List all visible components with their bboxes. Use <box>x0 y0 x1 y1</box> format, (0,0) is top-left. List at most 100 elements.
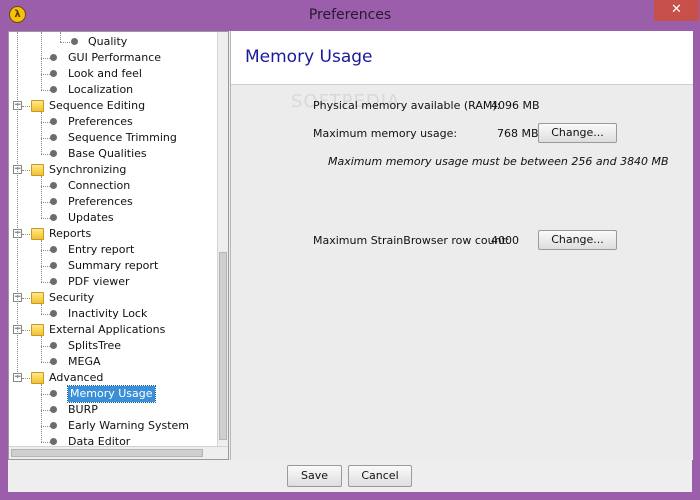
tree-item-label: Summary report <box>68 259 159 272</box>
tree-leaf[interactable]: Sequence Trimming <box>9 130 215 146</box>
dialog-footer: Save Cancel <box>8 460 692 492</box>
tree-leaf[interactable]: BURP <box>9 402 215 418</box>
tree-leaf[interactable]: Connection <box>9 178 215 194</box>
tree-item-label: Look and feel <box>68 67 142 80</box>
leaf-bullet-icon <box>50 310 57 317</box>
tree-item-label: Updates <box>68 211 114 224</box>
tree-item-label: Sequence Editing <box>49 99 146 112</box>
tree-leaf[interactable]: Memory Usage <box>9 385 215 403</box>
title-bar[interactable]: λ Preferences ✕ <box>0 0 700 31</box>
tree-leaf[interactable]: Preferences <box>9 114 215 130</box>
tree-line <box>41 384 42 442</box>
tree-item-label: Sequence Trimming <box>68 131 177 144</box>
folder-icon <box>31 228 44 240</box>
tree-line <box>41 240 42 282</box>
tree-line <box>41 74 50 75</box>
tree-line <box>22 330 30 331</box>
tree-line <box>41 218 50 219</box>
tree-leaf[interactable]: Preferences <box>9 194 215 210</box>
tree-item-label: Preferences <box>68 115 133 128</box>
tree-item-label: Base Qualities <box>68 147 147 160</box>
tree-item-label: Early Warning System <box>68 419 190 432</box>
leaf-bullet-icon <box>50 438 57 445</box>
tree-line <box>41 58 50 59</box>
tree-line <box>22 106 30 107</box>
tree-leaf[interactable]: Summary report <box>9 258 215 274</box>
panel-header: Memory Usage <box>231 31 693 85</box>
tree-leaf[interactable]: Base Qualities <box>9 146 215 162</box>
client-area: Quality GUI Performance Look and feel Local… <box>8 31 693 492</box>
leaf-bullet-icon <box>50 134 57 141</box>
tree-item-label: Memory Usage <box>67 385 156 403</box>
tree-line <box>41 442 50 443</box>
tree-item-label: Connection <box>68 179 131 192</box>
row-count-value: 4000 <box>491 234 519 247</box>
tree-leaf[interactable]: Entry report <box>9 242 215 258</box>
tree-folder[interactable]: − Advanced <box>9 370 215 386</box>
scrollbar-thumb[interactable] <box>11 449 203 457</box>
close-button[interactable]: ✕ <box>654 0 699 21</box>
settings-panel: Memory Usage SOFTPEDIA Physical memory a… <box>230 31 693 460</box>
tree-item-label: Advanced <box>49 371 104 384</box>
tree-line <box>41 336 42 362</box>
tree-line <box>41 202 50 203</box>
tree-line <box>41 154 50 155</box>
tree-line <box>22 378 30 379</box>
leaf-bullet-icon <box>50 246 57 253</box>
row-count-label: Maximum StrainBrowser row count: <box>313 234 510 247</box>
tree-horizontal-scrollbar[interactable] <box>9 446 228 459</box>
folder-icon <box>31 372 44 384</box>
tree-leaf[interactable]: MEGA <box>9 354 215 370</box>
change-max-memory-button[interactable]: Change... <box>538 123 617 143</box>
tree-leaf[interactable]: Early Warning System <box>9 418 215 434</box>
tree-vertical-scrollbar[interactable] <box>217 32 228 446</box>
tree-leaf[interactable]: Localization <box>9 82 215 98</box>
leaf-bullet-icon <box>50 182 57 189</box>
tree-leaf[interactable]: Quality <box>9 34 215 50</box>
cancel-button[interactable]: Cancel <box>348 465 412 487</box>
tree-item-label: Preferences <box>68 195 133 208</box>
tree-folder[interactable]: − External Applications <box>9 322 215 338</box>
folder-icon <box>31 292 44 304</box>
tree-folder[interactable]: − Reports <box>9 226 215 242</box>
max-memory-value: 768 MB <box>497 127 539 140</box>
tree-item-label: GUI Performance <box>68 51 162 64</box>
folder-icon <box>31 100 44 112</box>
tree-line <box>41 250 50 251</box>
leaf-bullet-icon <box>50 262 57 269</box>
scrollbar-thumb[interactable] <box>219 252 227 440</box>
tree-line <box>41 176 42 218</box>
tree-leaf[interactable]: PDF viewer <box>9 274 215 290</box>
tree-line <box>41 266 50 267</box>
leaf-bullet-icon <box>71 38 78 45</box>
tree-folder[interactable]: − Synchronizing <box>9 162 215 178</box>
tree-folder[interactable]: − Security <box>9 290 215 306</box>
tree-item-label: Inactivity Lock <box>68 307 148 320</box>
tree-line <box>41 394 50 395</box>
tree-folder[interactable]: − Sequence Editing <box>9 98 215 114</box>
tree-line <box>41 304 42 314</box>
tree-item-label: Security <box>49 291 95 304</box>
tree-line <box>41 426 50 427</box>
window-title: Preferences <box>308 7 392 23</box>
save-button[interactable]: Save <box>287 465 342 487</box>
tree-line <box>41 122 50 123</box>
tree-item-label: SplitsTree <box>68 339 122 352</box>
tree-leaf[interactable]: Look and feel <box>9 66 215 82</box>
tree-leaf[interactable]: SplitsTree <box>9 338 215 354</box>
tree-line <box>41 282 50 283</box>
physical-memory-label: Physical memory available (RAM): <box>313 99 501 112</box>
leaf-bullet-icon <box>50 278 57 285</box>
tree-line <box>41 138 50 139</box>
tree-leaf[interactable]: GUI Performance <box>9 50 215 66</box>
tree-line <box>22 234 30 235</box>
leaf-bullet-icon <box>50 150 57 157</box>
leaf-bullet-icon <box>50 422 57 429</box>
leaf-bullet-icon <box>50 214 57 221</box>
tree-item-label: Synchronizing <box>49 163 127 176</box>
leaf-bullet-icon <box>50 390 57 397</box>
tree-leaf[interactable]: Updates <box>9 210 215 226</box>
change-row-count-button[interactable]: Change... <box>538 230 617 250</box>
tree-item-label: BURP <box>68 403 98 416</box>
tree-leaf[interactable]: Inactivity Lock <box>9 306 215 322</box>
